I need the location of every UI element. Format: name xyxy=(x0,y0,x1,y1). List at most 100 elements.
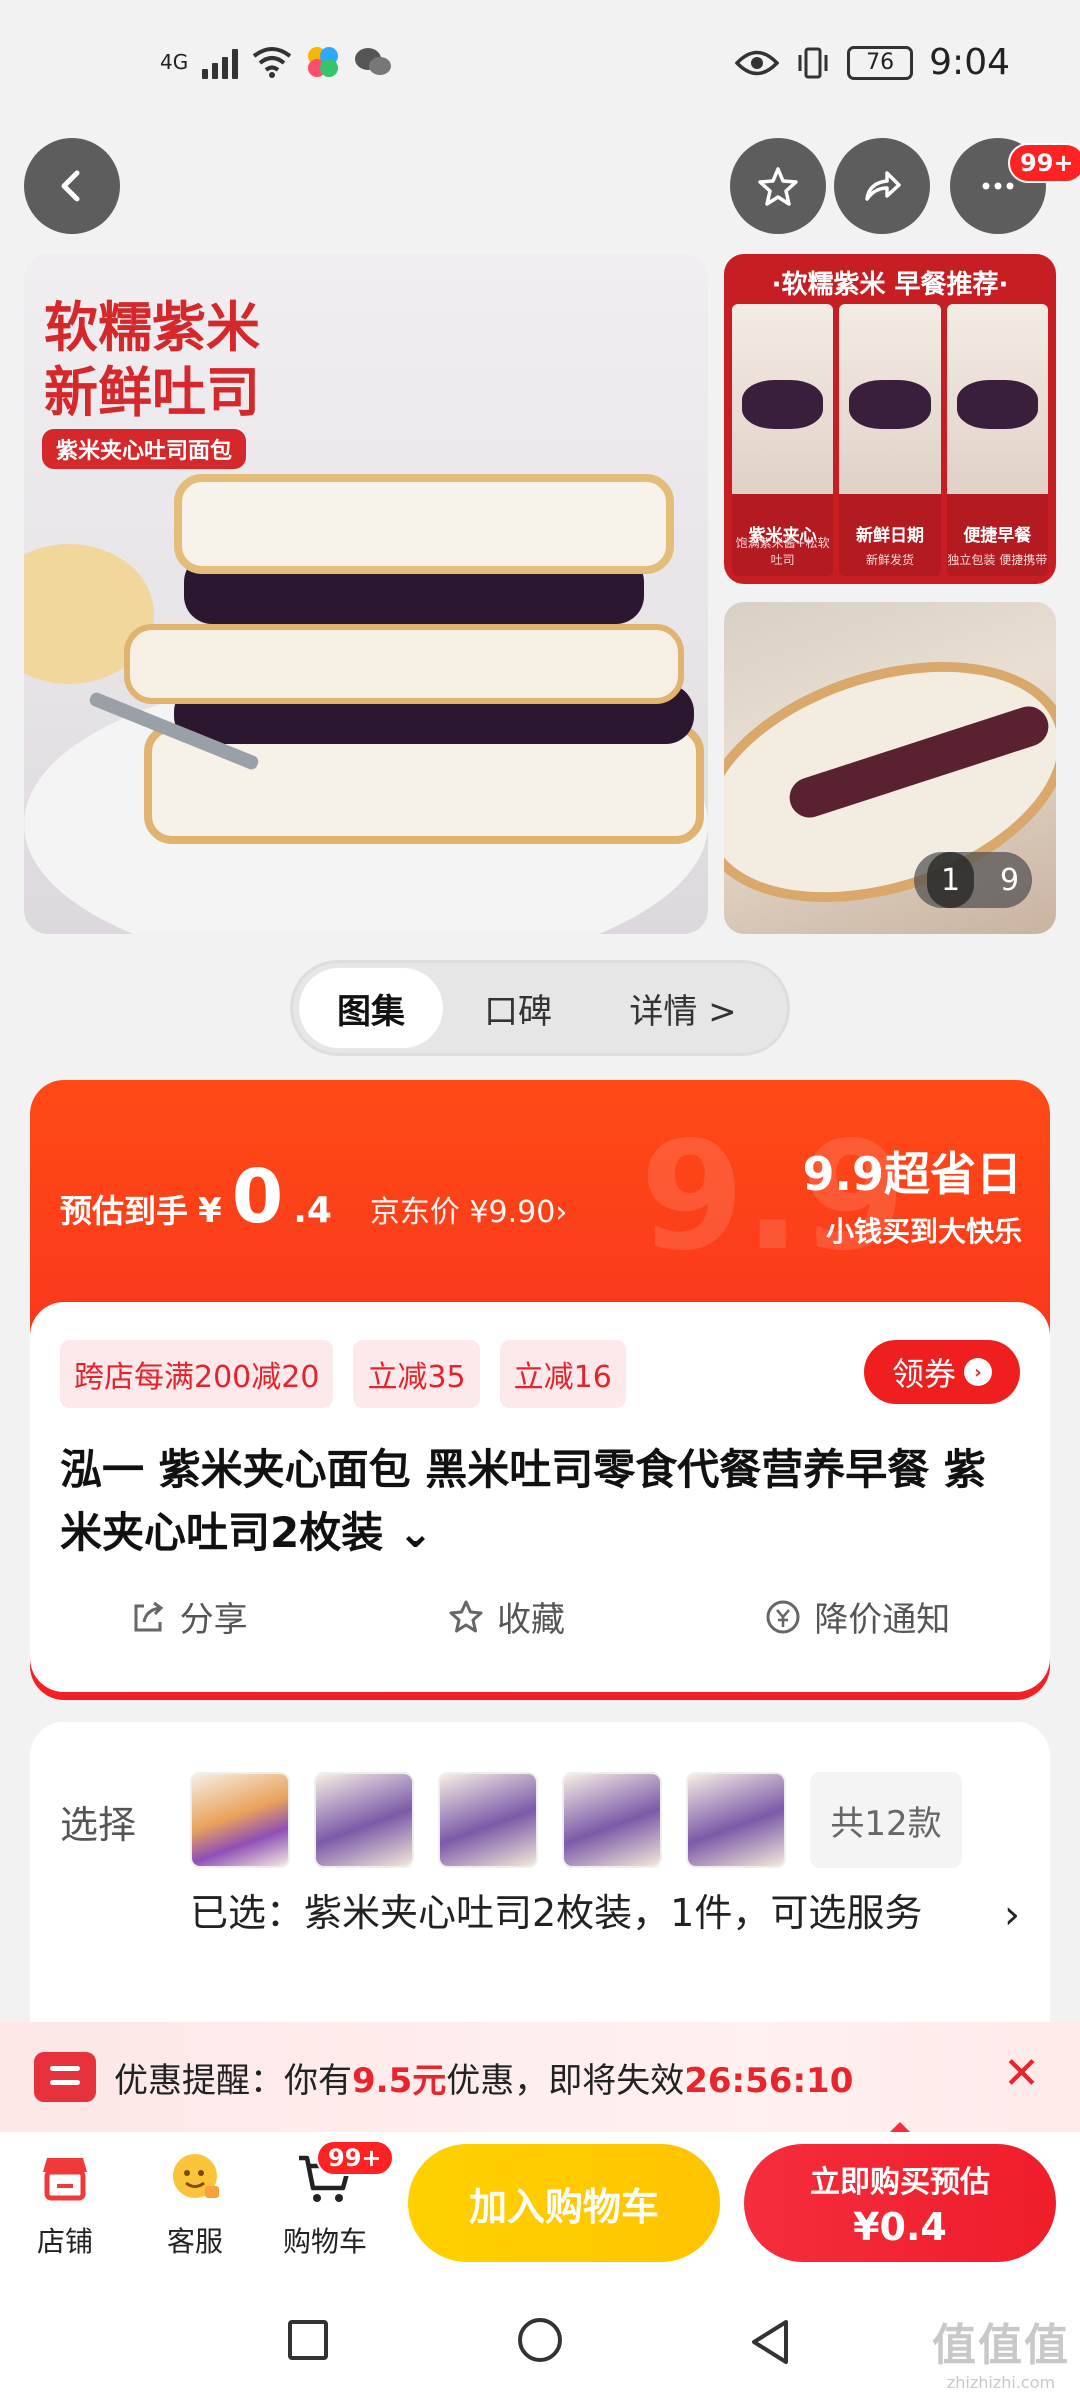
battery-icon: 76 xyxy=(847,45,914,80)
price-decimal: .4 xyxy=(293,1190,332,1231)
coupon-list: 跨店每满200减20 立减35 立减16 xyxy=(60,1340,626,1408)
currency-symbol: ¥ xyxy=(198,1191,222,1231)
jd-price-link[interactable]: 京东价 ¥9.90› xyxy=(370,1187,567,1231)
cart-badge: 99+ xyxy=(316,2140,394,2176)
main-image-title: 软糯紫米 新鲜吐司 xyxy=(44,296,260,426)
get-coupon-button[interactable]: 领券 › xyxy=(864,1340,1020,1404)
variant-select-card[interactable]: 选择 共12款 已选：紫米夹心吐司2枚装，1件，可选服务 › xyxy=(30,1722,1050,2022)
eye-icon xyxy=(735,50,780,75)
clock: 9:04 xyxy=(929,42,1010,83)
side-col: 便捷早餐独立包装 便捷携带 xyxy=(946,304,1048,576)
share-icon xyxy=(865,171,901,201)
discount-reminder-banner[interactable]: 优惠提醒：你有9.5元优惠，即将失效26:56:10 ✕ xyxy=(0,2022,1080,2132)
side-image-top[interactable]: ·软糯紫米 早餐推荐· 紫米夹心 饱满紫米酱+松软吐司 新鲜日期 新鲜发货 便捷早餐… xyxy=(724,254,1056,584)
watermark: 值值值 zhizhizhi.com xyxy=(932,2309,1070,2392)
reminder-middle: 优惠，即将失效 xyxy=(446,2060,685,2101)
variant-thumbnail[interactable] xyxy=(438,1772,538,1868)
app-notification-icon xyxy=(308,47,339,77)
reminder-text: 优惠提醒：你有9.5元优惠，即将失效26:56:10 xyxy=(114,2053,853,2102)
share-top-button[interactable] xyxy=(834,138,930,234)
content-tabs: 图集 口碑 详情 > xyxy=(290,960,790,1056)
signal-icon xyxy=(202,45,239,79)
share-button[interactable]: 分享 xyxy=(130,1592,248,1641)
star-icon xyxy=(758,167,798,206)
main-image-tag: 紫米夹心吐司面包 xyxy=(42,429,247,469)
chevron-right-icon: › xyxy=(964,1358,992,1386)
side-col-sub: 新鲜发货 xyxy=(865,553,914,567)
service-label: 客服 xyxy=(166,2225,223,2258)
image-counter-total: 9 xyxy=(999,862,1020,898)
product-title[interactable]: 泓一 紫米夹心面包 黑米吐司零食代餐营养早餐 紫米夹心吐司2枚装 ⌄ xyxy=(60,1438,1020,1564)
star-outline-icon xyxy=(449,1600,483,1632)
close-icon[interactable]: ✕ xyxy=(1003,2048,1040,2099)
price-alert-button[interactable]: 降价通知 xyxy=(764,1592,950,1641)
buy-now-button[interactable]: 立即购买预估 ¥0.4 xyxy=(744,2144,1056,2262)
customer-service-button[interactable]: 客服 xyxy=(140,2146,250,2260)
variant-thumbnail[interactable] xyxy=(562,1772,662,1868)
side-col: 新鲜日期 新鲜发货 xyxy=(839,304,941,576)
coupon-tag[interactable]: 跨店每满200减20 xyxy=(60,1340,334,1408)
system-back-icon[interactable] xyxy=(748,2318,792,2366)
home-icon[interactable] xyxy=(518,2318,562,2362)
variant-thumbnail[interactable] xyxy=(190,1772,290,1868)
product-actions: 分享 收藏 降价通知 xyxy=(30,1592,1050,1641)
battery-level: 76 xyxy=(866,50,895,75)
wifi-icon xyxy=(253,47,292,78)
favorite-label: 收藏 xyxy=(496,1600,565,1640)
side-image-bottom[interactable]: 1 9 xyxy=(724,602,1056,934)
network-label: 4G xyxy=(160,50,189,74)
side-col-title: 便捷早餐 xyxy=(963,526,1032,546)
reminder-prefix: 优惠提醒：你有 xyxy=(114,2060,352,2101)
status-bar: 4G 76 9:04 xyxy=(0,0,1080,130)
coupon-icon xyxy=(34,2052,96,2102)
price-row: 预估到手 ¥ 0 .4 京东价 ¥9.90› xyxy=(60,1160,567,1234)
variant-count[interactable]: 共12款 xyxy=(810,1772,962,1868)
reminder-amount: 9.5元 xyxy=(352,2060,447,2101)
promo-logo: 9.9超省日 小钱买到大快乐 xyxy=(803,1138,1023,1250)
variant-thumbnails: 共12款 xyxy=(190,1772,962,1868)
image-counter: 1 9 xyxy=(914,852,1032,908)
variant-thumbnail[interactable] xyxy=(686,1772,786,1868)
product-info-card: 跨店每满200减20 立减35 立减16 领券 › 泓一 紫米夹心面包 黑米吐司… xyxy=(30,1302,1050,1692)
main-product-image[interactable]: 软糯紫米 新鲜吐司 紫米夹心吐司面包 xyxy=(24,254,708,934)
add-to-cart-button[interactable]: 加入购物车 xyxy=(408,2144,720,2262)
coupon-tag[interactable]: 立减35 xyxy=(353,1340,480,1408)
promo-subtitle: 小钱买到大快乐 xyxy=(825,1215,1022,1248)
bottom-action-bar: 店铺 客服 购物车 99+ 加入购物车 立即购买预估 ¥0.4 xyxy=(0,2132,1080,2280)
estimated-price-label: 预估到手 xyxy=(60,1192,189,1230)
tab-gallery[interactable]: 图集 xyxy=(299,968,443,1048)
selected-variant-text[interactable]: 已选：紫米夹心吐司2枚装，1件，可选服务 xyxy=(190,1884,970,1943)
price-alert-label: 降价通知 xyxy=(814,1600,951,1640)
select-label: 选择 xyxy=(60,1803,137,1847)
buy-now-price: ¥0.4 xyxy=(853,2205,947,2249)
reminder-countdown: 26:56:10 xyxy=(684,2060,854,2101)
watermark-sub: zhizhizhi.com xyxy=(946,2373,1056,2392)
variant-thumbnail[interactable] xyxy=(314,1772,414,1868)
side-col: 紫米夹心 饱满紫米酱+松软吐司 xyxy=(732,304,834,576)
tab-reviews[interactable]: 口碑 xyxy=(443,968,593,1048)
price-alert-icon xyxy=(766,1600,800,1633)
store-button[interactable]: 店铺 xyxy=(10,2146,120,2260)
image-counter-current: 1 xyxy=(926,852,975,908)
system-nav-bar: 值值值 zhizhizhi.com xyxy=(0,2280,1080,2400)
message-badge: 99+ xyxy=(1008,143,1080,183)
vibrate-icon xyxy=(798,47,828,78)
get-coupon-label: 领券 xyxy=(891,1355,956,1393)
side-col-sub: 独立包装 便捷携带 xyxy=(947,553,1048,567)
store-label: 店铺 xyxy=(36,2225,93,2258)
favorite-button[interactable]: 收藏 xyxy=(447,1592,565,1641)
promo-title: 9.9超省日 xyxy=(802,1147,1023,1201)
main-title-line1: 软糯紫米 xyxy=(44,296,260,359)
image-gallery[interactable]: 软糯紫米 新鲜吐司 紫米夹心吐司面包 ·软糯紫米 早餐推荐· 紫米夹心 饱满紫米酱… xyxy=(0,240,1080,940)
share-label: 分享 xyxy=(179,1600,248,1640)
back-button[interactable] xyxy=(24,138,120,234)
coupon-tag[interactable]: 立减16 xyxy=(499,1340,626,1408)
main-title-line2: 新鲜吐司 xyxy=(44,360,260,424)
favorite-top-button[interactable] xyxy=(730,138,826,234)
share-icon xyxy=(134,1601,163,1631)
tab-details[interactable]: 详情 > xyxy=(593,968,773,1048)
recent-apps-icon[interactable] xyxy=(288,2320,328,2360)
wechat-icon xyxy=(355,48,392,75)
buy-now-label: 立即购买预估 xyxy=(810,2165,990,2200)
chevron-right-icon[interactable]: › xyxy=(1004,1892,1020,1938)
